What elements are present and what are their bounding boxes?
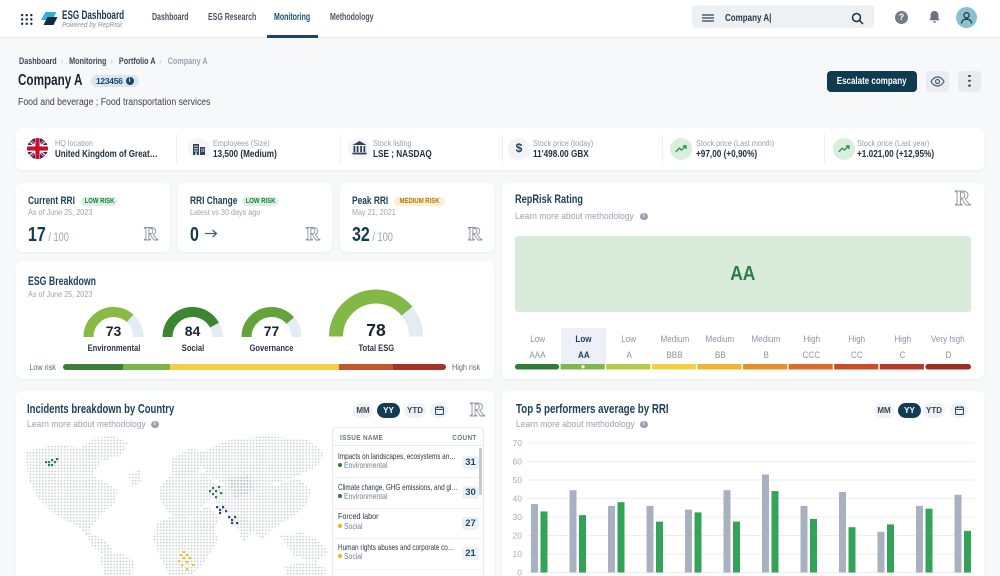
svg-text:70: 70 [513, 438, 523, 448]
svg-text:40: 40 [513, 494, 523, 504]
svg-text:10: 10 [513, 549, 523, 559]
svg-text:50: 50 [513, 475, 523, 485]
svg-text:0: 0 [517, 568, 522, 576]
svg-text:20: 20 [513, 531, 523, 541]
svg-text:60: 60 [513, 457, 523, 467]
svg-text:30: 30 [513, 512, 523, 522]
